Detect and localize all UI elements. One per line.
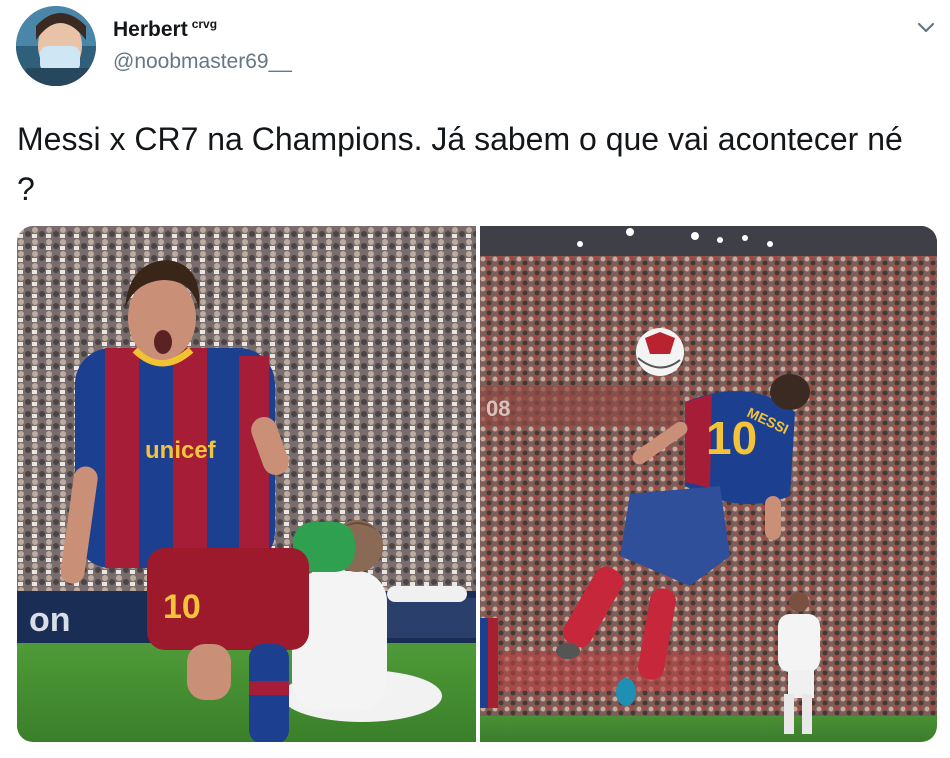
photo-messi-header[interactable]: 08 10 MESSI bbox=[480, 226, 937, 742]
avatar[interactable] bbox=[16, 6, 96, 86]
photo-left-image: on unicef 10 bbox=[17, 226, 476, 742]
tweet-text: Messi x CR7 na Champions. Já sabem o que… bbox=[17, 121, 903, 207]
author-handle[interactable]: @noobmaster69__ bbox=[113, 50, 292, 74]
avatar-image bbox=[16, 6, 96, 86]
author-name[interactable]: Herbert crvg bbox=[113, 17, 217, 42]
photo-messi-celebrating[interactable]: on unicef 10 bbox=[17, 226, 476, 742]
jersey-sponsor-text: unicef bbox=[145, 437, 217, 464]
shorts-number-text: 10 bbox=[163, 588, 201, 626]
chevron-down-icon[interactable] bbox=[912, 14, 940, 42]
tweet-header: Herbert crvg @noobmaster69__ bbox=[0, 0, 950, 100]
tweet-media[interactable]: on unicef 10 08 10 MESSI bbox=[17, 226, 937, 742]
ad-board-text: on bbox=[29, 601, 71, 639]
photo-right-image: 08 10 MESSI bbox=[480, 226, 937, 742]
stand-text: 08 bbox=[486, 396, 510, 421]
author-badge: crvg bbox=[191, 17, 218, 31]
author-name-text[interactable]: Herbert bbox=[113, 18, 188, 41]
